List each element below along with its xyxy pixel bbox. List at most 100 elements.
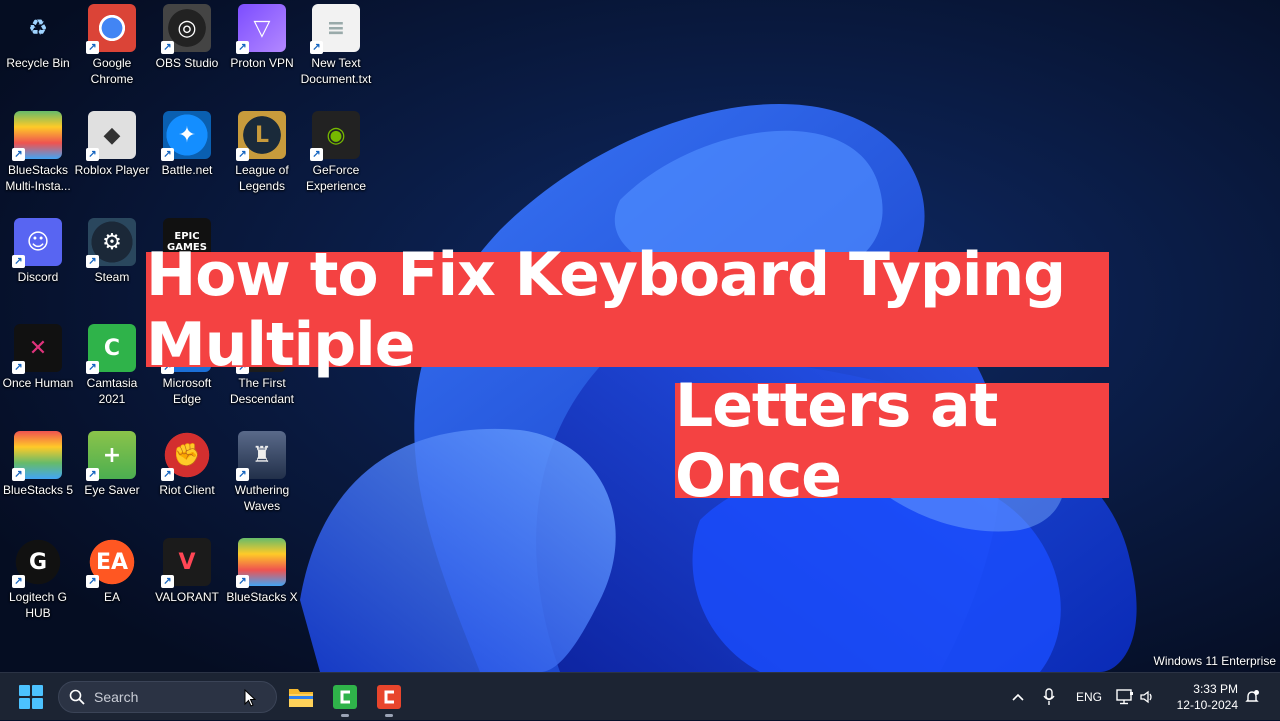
desktop-icon-label: Eye Saver [84, 483, 140, 497]
desktop-icon-steam[interactable]: ⚙ ↗ Steam [74, 218, 150, 285]
desktop-icon-label: Google Chrome [90, 56, 134, 86]
language-indicator[interactable]: ENG [1076, 673, 1102, 721]
desktop-icon-label: The First Descendant [229, 376, 295, 406]
riot-client-icon: ✊ ↗ [161, 431, 211, 481]
desktop-icon-label: Discord [17, 270, 59, 284]
speaker-icon [1140, 690, 1152, 704]
shortcut-arrow-icon: ↗ [236, 41, 249, 54]
title-line1: How to Fix Keyboard Typing Multiple [146, 239, 1066, 380]
geforce-icon: ◉ ↗ [310, 111, 360, 161]
desktop-icon-logitech[interactable]: G ↗ Logitech G HUB [0, 538, 76, 621]
shortcut-arrow-icon: ↗ [12, 255, 25, 268]
desktop-icon-label: VALORANT [155, 590, 219, 604]
desktop-icon-valorant[interactable]: V ↗ VALORANT [149, 538, 225, 605]
battlenet-icon: ✦ ↗ [161, 111, 211, 161]
desktop-icon-camtasia[interactable]: C ↗ Camtasia 2021 [74, 324, 150, 407]
desktop-icon-ea[interactable]: EA ↗ EA [74, 538, 150, 605]
windows-logo-icon [19, 685, 30, 696]
language-label: ENG [1076, 690, 1103, 704]
shortcut-arrow-icon: ↗ [86, 41, 99, 54]
title-banner-line1: How to Fix Keyboard Typing Multiple [146, 240, 1109, 380]
clock-time: 3:33 PM [1193, 682, 1238, 696]
volume-button[interactable] [1140, 673, 1156, 721]
running-indicator [385, 714, 393, 717]
shortcut-arrow-icon: ↗ [310, 41, 323, 54]
shortcut-arrow-icon: ↗ [86, 575, 99, 588]
desktop-icon-battlenet[interactable]: ✦ ↗ Battle.net [149, 111, 225, 178]
mouse-cursor-icon [244, 689, 256, 707]
show-hidden-icons-button[interactable] [1011, 673, 1025, 721]
desktop-icon-label: Proton VPN [230, 56, 294, 70]
bluestacks-x-icon: ↗ [236, 538, 286, 588]
shortcut-arrow-icon: ↗ [236, 575, 249, 588]
search-icon [69, 689, 85, 705]
taskbar-file-explorer[interactable] [284, 680, 318, 714]
desktop-icon-label: BlueStacks 5 [2, 483, 74, 497]
camtasia-icon: C ↗ [86, 324, 136, 374]
desktop-icon-roblox[interactable]: ◆ ↗ Roblox Player [74, 111, 150, 178]
bluestacks-multi-icon: ↗ [12, 111, 62, 161]
desktop-icon-wuthering-waves[interactable]: ♜ ↗ Wuthering Waves [224, 431, 300, 514]
desktop-icon-bluestacks-multi[interactable]: ↗ BlueStacks Multi-Insta... [0, 111, 76, 194]
shortcut-arrow-icon: ↗ [310, 148, 323, 161]
desktop-icon-riot-client[interactable]: ✊ ↗ Riot Client [149, 431, 225, 498]
desktop-icon-bluestacks-x[interactable]: ↗ BlueStacks X [224, 538, 300, 605]
start-button[interactable] [19, 685, 43, 709]
desktop-icon-label: EA [103, 590, 120, 604]
eye-saver-icon: + ↗ [86, 431, 136, 481]
obs-icon: ◎ ↗ [161, 4, 211, 54]
windows-edition-watermark: Windows 11 Enterprise [1153, 654, 1277, 668]
desktop-icon-label: League of Legends [235, 163, 289, 193]
shortcut-arrow-icon: ↗ [161, 468, 174, 481]
league-icon: L ↗ [236, 111, 286, 161]
desktop-icon-chrome[interactable]: ↗ Google Chrome [74, 4, 150, 87]
taskbar-clock[interactable]: 3:33 PM 12-10-2024 [1177, 681, 1238, 713]
desktop-icon-label: GeForce Experience [305, 163, 367, 193]
taskbar-camtasia-recorder[interactable] [372, 680, 406, 717]
desktop-icon-league[interactable]: L ↗ League of Legends [224, 111, 300, 194]
desktop-icon-label: Camtasia 2021 [86, 376, 138, 406]
text-document-icon: ≡ ↗ [310, 4, 360, 54]
shortcut-arrow-icon: ↗ [86, 255, 99, 268]
roblox-icon: ◆ ↗ [86, 111, 136, 161]
desktop-icon-discord[interactable]: ☺ ↗ Discord [0, 218, 76, 285]
network-icon [1116, 689, 1133, 705]
desktop-icon-obs[interactable]: ◎ ↗ OBS Studio [149, 4, 225, 71]
shortcut-arrow-icon: ↗ [236, 148, 249, 161]
chrome-icon: ↗ [86, 4, 136, 54]
desktop-icon-label: Wuthering Waves [234, 483, 290, 513]
clock-date: 12-10-2024 [1176, 698, 1238, 712]
network-button[interactable] [1116, 673, 1134, 721]
notifications-button[interactable] [1244, 673, 1260, 721]
desktop-icon-recycle-bin[interactable]: ♻ Recycle Bin [0, 4, 76, 71]
shortcut-arrow-icon: ↗ [161, 148, 174, 161]
camtasia-icon [333, 685, 357, 709]
title-line2: Letters at Once [675, 370, 998, 511]
desktop-icon-text-document[interactable]: ≡ ↗ New Text Document.txt [298, 4, 374, 87]
taskbar-camtasia[interactable] [328, 680, 362, 717]
desktop-icon-label: New Text Document.txt [300, 56, 372, 86]
desktop-icon-geforce[interactable]: ◉ ↗ GeForce Experience [298, 111, 374, 194]
shortcut-arrow-icon: ↗ [12, 575, 25, 588]
notification-bell-icon [1245, 690, 1259, 702]
chevron-up-icon [1012, 693, 1024, 701]
discord-icon: ☺ ↗ [12, 218, 62, 268]
desktop-icon-label: Microsoft Edge [162, 376, 212, 406]
wuthering-waves-icon: ♜ ↗ [236, 431, 286, 481]
microphone-icon [1043, 688, 1055, 705]
microphone-button[interactable] [1043, 673, 1055, 721]
desktop-icon-label: Logitech G HUB [8, 590, 68, 620]
desktop-icon-label: Riot Client [159, 483, 215, 497]
steam-icon: ⚙ ↗ [86, 218, 136, 268]
shortcut-arrow-icon: ↗ [12, 148, 25, 161]
running-indicator [341, 714, 349, 717]
desktop-icon-bluestacks5[interactable]: ↗ BlueStacks 5 [0, 431, 76, 498]
desktop-icon-eye-saver[interactable]: + ↗ Eye Saver [74, 431, 150, 498]
desktop-icon-label: Recycle Bin [6, 56, 70, 70]
desktop-icon-proton-vpn[interactable]: ▽ ↗ Proton VPN [224, 4, 300, 71]
desktop-icon-once-human[interactable]: ✕ ↗ Once Human [0, 324, 76, 391]
shortcut-arrow-icon: ↗ [86, 468, 99, 481]
valorant-icon: V ↗ [161, 538, 211, 588]
taskbar: Search ENG 3:33 PM 12-10-2024 [0, 672, 1280, 720]
shortcut-arrow-icon: ↗ [161, 41, 174, 54]
